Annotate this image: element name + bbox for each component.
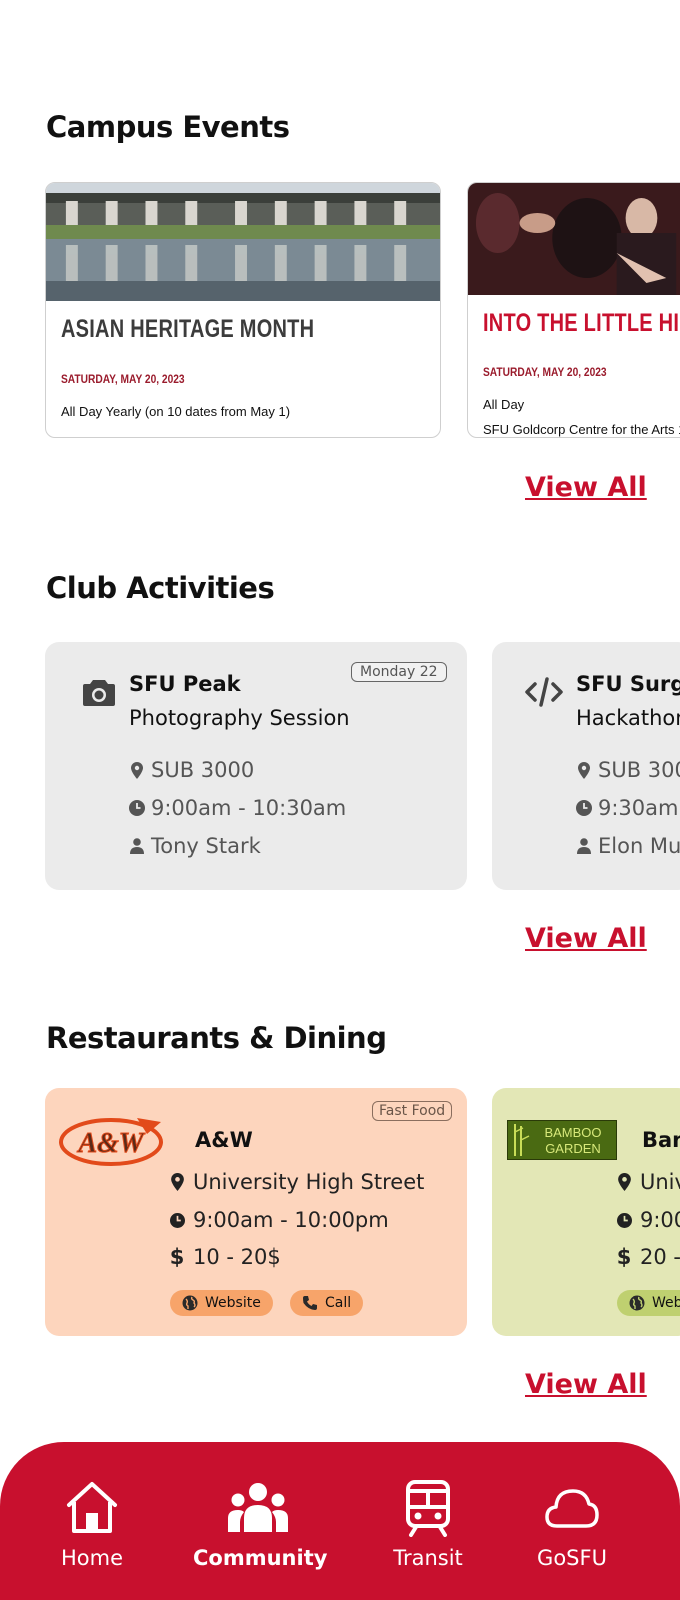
- website-label: Web: [652, 1295, 680, 1311]
- location-pin-icon: [576, 761, 592, 779]
- code-icon: [524, 672, 564, 712]
- community-icon: [193, 1478, 323, 1538]
- category-badge: Fast Food: [372, 1101, 453, 1121]
- events-view-all-link[interactable]: View All: [525, 472, 647, 503]
- club-location: SUB 3000: [151, 758, 255, 782]
- clock-icon: [616, 1212, 632, 1228]
- event-date: SATURDAY, MAY 20, 2023: [483, 365, 607, 379]
- club-time-row: 9:30am: [576, 796, 678, 820]
- restaurant-name: A&W: [195, 1128, 253, 1152]
- person-icon: [129, 838, 145, 854]
- nav-item-community[interactable]: Community: [193, 1478, 328, 1570]
- club-time: 9:00am - 10:30am: [151, 796, 347, 820]
- restaurant-hours: 9:00am - 10:00pm: [193, 1208, 389, 1232]
- day-badge: Monday 22: [351, 662, 447, 682]
- event-photo: [468, 183, 680, 295]
- clubs-view-all-link[interactable]: View All: [525, 923, 647, 954]
- camera-icon: [79, 672, 119, 712]
- aw-logo-text: A&W: [76, 1128, 145, 1159]
- website-button[interactable]: Website: [170, 1290, 273, 1316]
- club-host: Elon Mu: [598, 834, 680, 858]
- club-name: SFU Peak: [129, 672, 241, 696]
- restaurant-name: Bam: [642, 1128, 680, 1152]
- club-event-name: Photography Session: [129, 706, 350, 730]
- club-location-row: SUB 3000: [576, 758, 680, 782]
- bottom-nav: Home Community Transit GoSFU: [0, 1442, 680, 1600]
- club-name: SFU Surge: [576, 672, 680, 696]
- nav-item-transit[interactable]: Transit: [363, 1478, 493, 1570]
- event-time: All Day: [483, 397, 525, 412]
- restaurant-price: 20 -: [640, 1245, 680, 1269]
- club-activities-title: Club Activities: [46, 571, 275, 605]
- restaurant-hours-row: 9:00am - 10:00pm: [169, 1208, 389, 1232]
- event-card[interactable]: ASIAN HERITAGE MONTH SATURDAY, MAY 20, 2…: [45, 182, 441, 438]
- location-pin-icon: [129, 761, 145, 779]
- transit-icon: [363, 1478, 493, 1538]
- cloud-icon: [507, 1478, 637, 1538]
- restaurant-hours-row: 9:00: [616, 1208, 680, 1232]
- event-photo: [46, 183, 440, 301]
- restaurant-price-row: $ 10 - 20$: [169, 1245, 281, 1269]
- club-card[interactable]: SFU Surge Hackathon SUB 3000 9:30am Elon…: [492, 642, 680, 890]
- event-title: ASIAN HERITAGE MONTH: [61, 315, 315, 343]
- home-icon: [27, 1478, 157, 1538]
- club-location-row: SUB 3000: [129, 758, 254, 782]
- nav-item-gosfu[interactable]: GoSFU: [507, 1478, 637, 1570]
- clock-icon: [169, 1212, 185, 1228]
- nav-label-transit: Transit: [393, 1546, 463, 1570]
- logo-text-line2: GARDEN: [545, 1141, 601, 1156]
- club-host-row: Elon Mu: [576, 834, 680, 858]
- dollar-icon: $: [616, 1245, 632, 1269]
- restaurant-card[interactable]: A&W Fast Food A&W University High Street…: [45, 1088, 467, 1336]
- person-icon: [576, 838, 592, 854]
- club-host-row: Tony Stark: [129, 834, 261, 858]
- campus-events-title: Campus Events: [46, 110, 290, 144]
- restaurants-view-all-link[interactable]: View All: [525, 1369, 647, 1400]
- event-location: SFU Goldcorp Centre for the Arts 14: [483, 422, 680, 437]
- restaurants-title: Restaurants & Dining: [46, 1021, 387, 1055]
- call-button[interactable]: Call: [290, 1290, 364, 1316]
- event-title: INTO THE LITTLE HI: [483, 309, 680, 337]
- globe-icon: [629, 1295, 645, 1311]
- location-pin-icon: [169, 1173, 185, 1191]
- bamboo-garden-logo: BAMBOO GARDEN: [507, 1120, 617, 1160]
- dollar-icon: $: [169, 1245, 185, 1269]
- website-button[interactable]: Web: [617, 1290, 680, 1316]
- restaurant-price: 10 - 20$: [193, 1245, 281, 1269]
- nav-label-gosfu: GoSFU: [537, 1546, 607, 1570]
- club-time: 9:30am: [598, 796, 679, 820]
- club-event-name: Hackathon: [576, 706, 680, 730]
- call-label: Call: [325, 1295, 352, 1311]
- restaurant-address: University High Street: [193, 1170, 425, 1194]
- clock-icon: [129, 800, 145, 816]
- nav-item-home[interactable]: Home: [27, 1478, 157, 1570]
- nav-label-home: Home: [60, 1546, 123, 1570]
- phone-icon: [303, 1296, 317, 1310]
- location-pin-icon: [616, 1173, 632, 1191]
- restaurant-hours: 9:00: [640, 1208, 680, 1232]
- restaurant-address: Univ: [640, 1170, 680, 1194]
- aw-logo: A&W: [59, 1118, 163, 1166]
- club-host: Tony Stark: [151, 834, 261, 858]
- clock-icon: [576, 800, 592, 816]
- event-card[interactable]: INTO THE LITTLE HI SATURDAY, MAY 20, 202…: [467, 182, 680, 438]
- restaurant-address-row: University High Street: [169, 1170, 424, 1194]
- website-label: Website: [205, 1295, 261, 1311]
- event-date: SATURDAY, MAY 20, 2023: [61, 372, 185, 386]
- club-location: SUB 3000: [598, 758, 680, 782]
- club-card[interactable]: Monday 22 SFU Peak Photography Session S…: [45, 642, 467, 890]
- logo-text-line1: BAMBOO: [544, 1125, 601, 1140]
- globe-icon: [182, 1295, 198, 1311]
- restaurant-address-row: Univ: [616, 1170, 680, 1194]
- restaurant-price-row: $ 20 -: [616, 1245, 680, 1269]
- club-time-row: 9:00am - 10:30am: [129, 796, 346, 820]
- restaurant-card[interactable]: BAMBOO GARDEN Bam Univ 9:00 $ 20 - Web: [492, 1088, 680, 1336]
- event-time: All Day Yearly (on 10 dates from May 1): [61, 404, 291, 419]
- nav-label-community: Community: [193, 1546, 328, 1570]
